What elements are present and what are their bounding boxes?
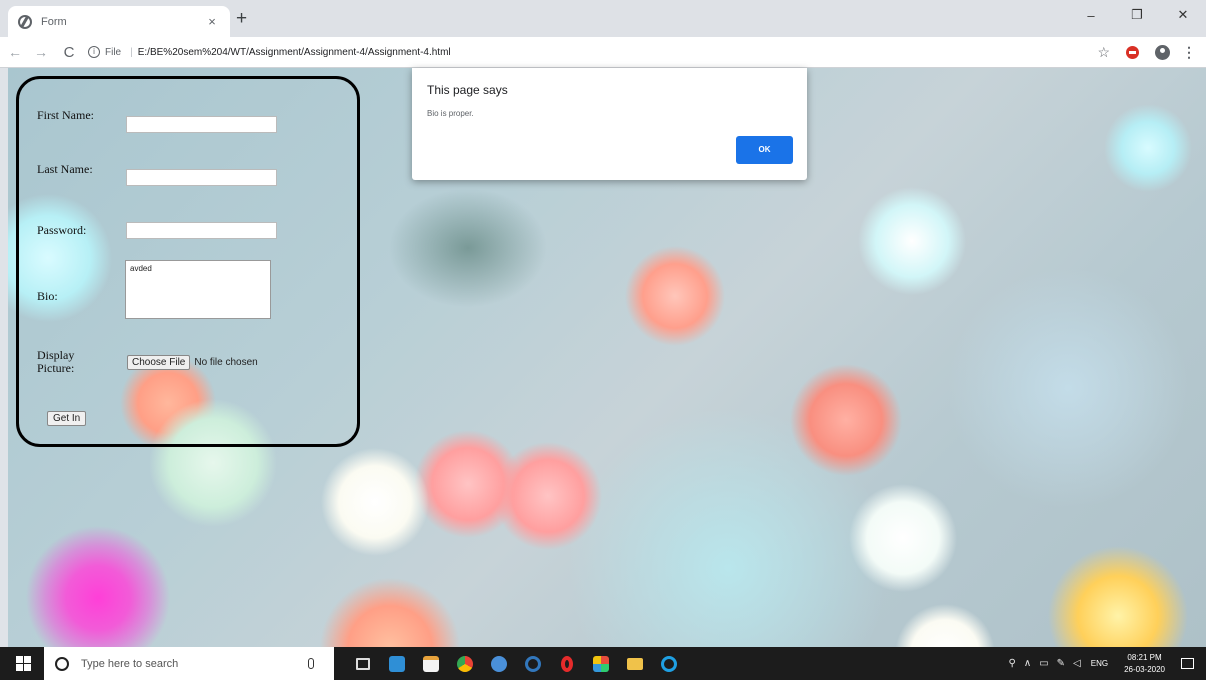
first-name-input[interactable] — [126, 116, 277, 133]
profile-icon[interactable] — [1155, 44, 1170, 60]
get-in-button[interactable]: Get In — [47, 411, 87, 426]
store-icon[interactable] — [414, 647, 448, 680]
display-picture-label: Display Picture: — [37, 348, 75, 375]
volume-icon[interactable]: ◁ — [1073, 658, 1081, 669]
file-picker: Choose File No file chosen — [127, 355, 258, 370]
reload-button[interactable]: C — [58, 44, 80, 61]
background-bokeh — [388, 188, 548, 308]
tab-close-button[interactable]: × — [204, 14, 220, 29]
taskbar-search-box[interactable]: Type here to search — [44, 647, 334, 680]
registration-form: First Name: Last Name: Password: Bio: av… — [16, 76, 360, 447]
kebab-menu-icon[interactable]: ⋮ — [1182, 44, 1196, 61]
clock-date: 26-03-2020 — [1124, 664, 1165, 674]
clock-time: 08:21 PM — [1127, 652, 1162, 662]
notification-icon[interactable] — [1181, 658, 1194, 669]
maximize-button[interactable]: ❐ — [1114, 0, 1160, 30]
address-scheme-label: File — [105, 46, 122, 58]
edge-legacy-icon[interactable] — [516, 647, 550, 680]
globe-icon — [18, 14, 32, 29]
forward-button[interactable]: → — [30, 44, 52, 60]
dialog-message: Bio is proper. — [427, 109, 474, 118]
vscode-icon[interactable] — [380, 647, 414, 680]
address-separator: | — [130, 46, 133, 58]
dialog-title: This page says — [427, 83, 508, 97]
toolbar-actions: ☆ ⋮ — [1097, 44, 1196, 61]
opera-icon[interactable] — [550, 647, 584, 680]
taskbar-apps — [346, 647, 686, 680]
cortana-circle-icon — [55, 656, 69, 671]
choose-file-button[interactable]: Choose File — [127, 355, 191, 370]
password-input[interactable] — [126, 222, 277, 239]
back-button[interactable]: ← — [4, 44, 26, 60]
internet-explorer-icon[interactable] — [652, 647, 686, 680]
file-status-text: No file chosen — [194, 357, 258, 368]
window-controls: – ❐ ✕ — [1068, 0, 1206, 30]
alert-dialog: This page says Bio is proper. OK — [412, 68, 807, 180]
windows-start-icon[interactable] — [16, 656, 31, 671]
browser-toolbar: ← → C i File | E:/BE%20sem%204/WT/Assign… — [0, 37, 1206, 68]
browser-tab-bar: Form × + – ❐ ✕ — [0, 0, 1206, 37]
browser-tab[interactable]: Form × — [8, 6, 230, 37]
bookmark-star-icon[interactable]: ☆ — [1097, 44, 1110, 61]
microphone-icon[interactable] — [308, 658, 314, 669]
chevron-up-icon[interactable]: ∧ — [1024, 658, 1031, 669]
system-tray: ⚲ ∧ ▭ ✎ ◁ ENG 08:21 PM 26-03-2020 — [1005, 647, 1206, 680]
first-name-label: First Name: — [37, 108, 94, 122]
address-bar[interactable]: i File | E:/BE%20sem%204/WT/Assignment/A… — [88, 40, 1097, 64]
pen-icon[interactable]: ✎ — [1057, 658, 1065, 669]
tab-title: Form — [41, 15, 67, 28]
new-tab-button[interactable]: + — [236, 9, 247, 28]
windows-taskbar: Type here to search ⚲ ∧ ▭ ✎ ◁ ENG 08:21 … — [0, 647, 1206, 680]
address-url[interactable]: E:/BE%20sem%204/WT/Assignment/Assignment… — [138, 47, 451, 58]
adblock-extension-icon[interactable] — [1126, 45, 1139, 59]
language-indicator[interactable]: ENG — [1091, 659, 1108, 668]
close-window-button[interactable]: ✕ — [1160, 0, 1206, 30]
bio-textarea[interactable]: avded — [125, 260, 271, 319]
minimize-button[interactable]: – — [1068, 0, 1114, 30]
network-icon[interactable]: ▭ — [1039, 658, 1048, 669]
people-icon[interactable]: ⚲ — [1009, 658, 1016, 669]
bio-label: Bio: — [37, 289, 58, 303]
info-icon[interactable]: i — [88, 46, 100, 58]
file-explorer-icon[interactable] — [618, 647, 652, 680]
taskbar-clock[interactable]: 08:21 PM 26-03-2020 — [1124, 652, 1165, 676]
browser-globe-icon[interactable] — [482, 647, 516, 680]
task-view-icon[interactable] — [346, 647, 380, 680]
taskbar-search-placeholder: Type here to search — [81, 657, 179, 670]
last-name-label: Last Name: — [37, 162, 93, 176]
app-tiles-icon[interactable] — [584, 647, 618, 680]
password-label: Password: — [37, 223, 87, 237]
last-name-input[interactable] — [126, 169, 277, 186]
dialog-ok-button[interactable]: OK — [736, 136, 793, 164]
chrome-icon[interactable] — [448, 647, 482, 680]
